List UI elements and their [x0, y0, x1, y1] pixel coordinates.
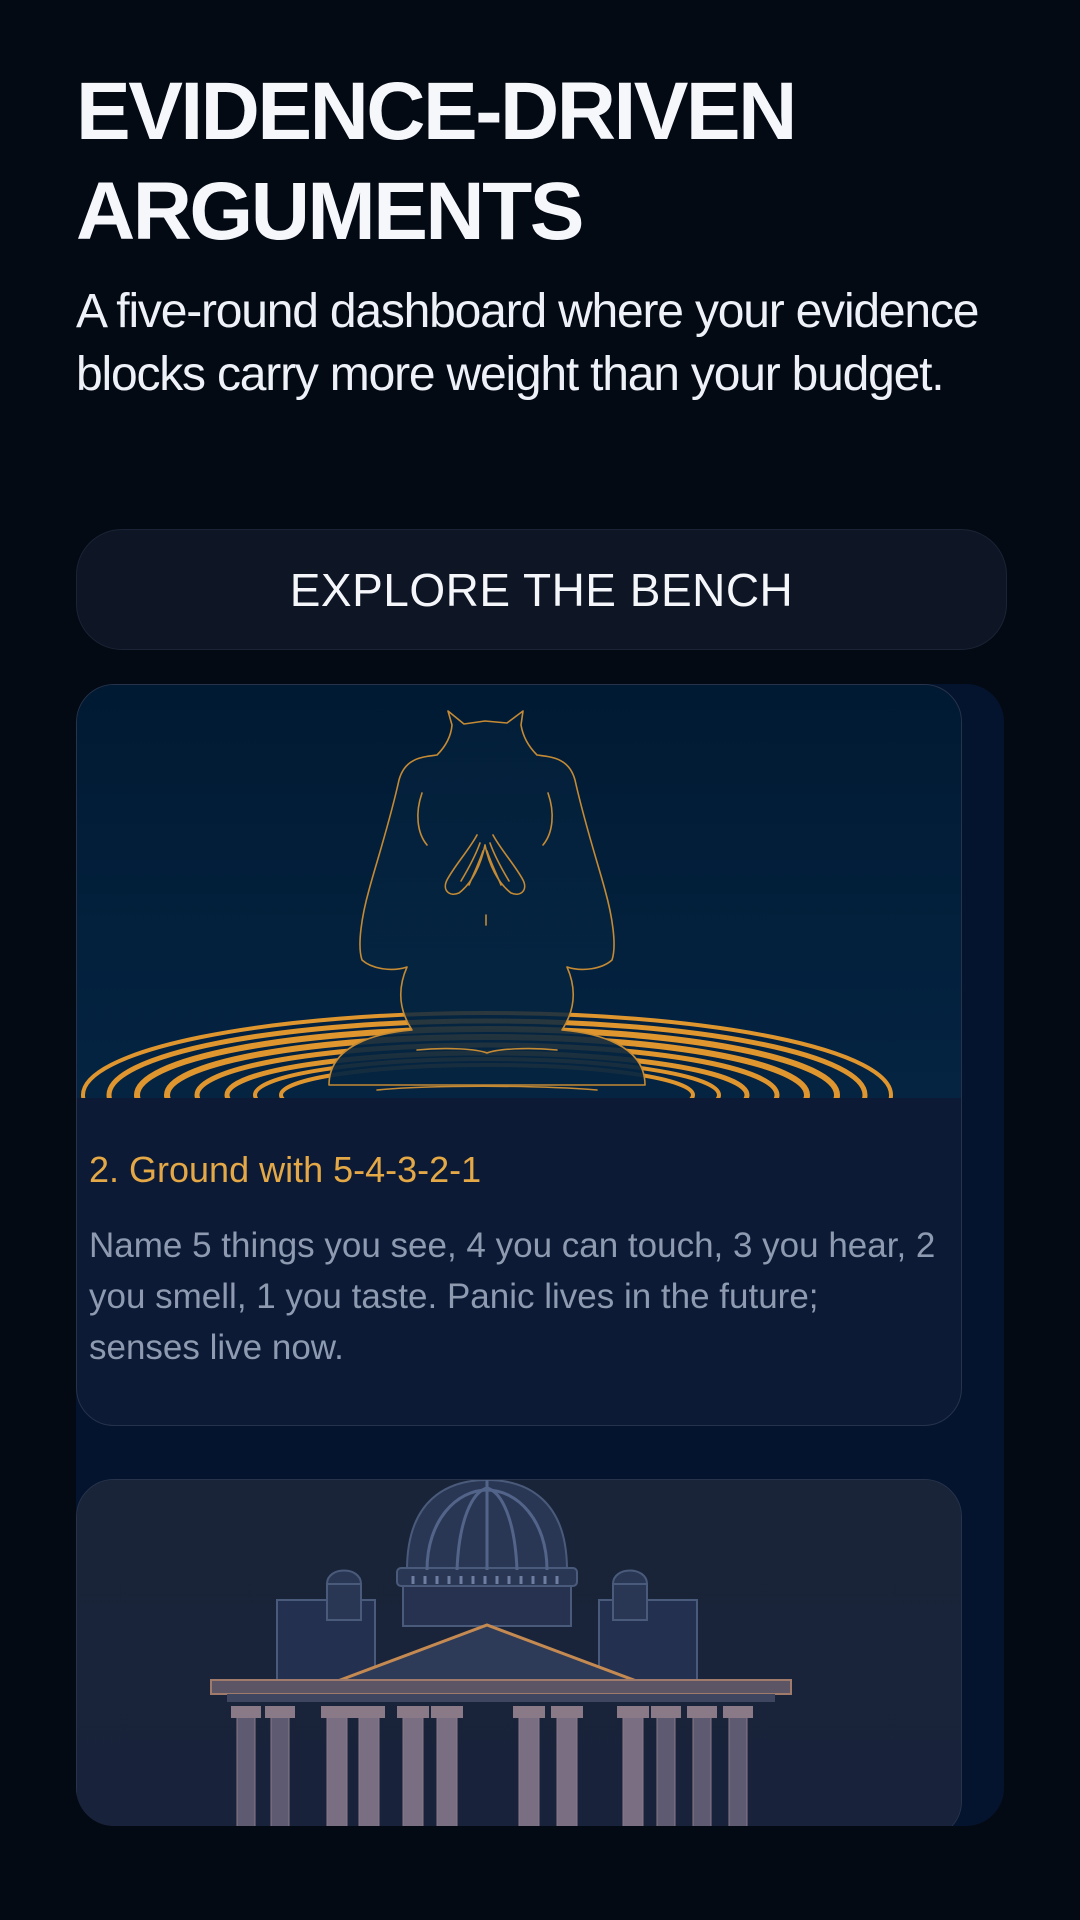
- card-carousel[interactable]: 2. Ground with 5-4-3-2-1 Name 5 things y…: [76, 684, 1004, 1826]
- page-title-line-1: EVIDENCE-DRIVEN: [76, 66, 797, 157]
- courthouse-icon: [210, 1480, 792, 1826]
- card-body: Name 5 things you see, 4 you can touch, …: [89, 1226, 936, 1367]
- courthouse-card[interactable]: [76, 1479, 962, 1826]
- card-illustration: [77, 1480, 961, 1826]
- page: EVIDENCE-DRIVEN ARGUMENTS A five-round d…: [0, 0, 1080, 1920]
- grounding-card[interactable]: 2. Ground with 5-4-3-2-1 Name 5 things y…: [76, 684, 962, 1426]
- card-title: 2. Ground with 5-4-3-2-1: [89, 1149, 482, 1190]
- page-title: EVIDENCE-DRIVEN ARGUMENTS: [76, 62, 976, 262]
- page-title-line-2: ARGUMENTS: [76, 166, 584, 257]
- card-illustration: [77, 685, 961, 1098]
- page-subtitle: A five-round dashboard where your eviden…: [76, 285, 979, 401]
- meditating-figure-icon: [81, 710, 893, 1098]
- explore-bench-button[interactable]: EXPLORE THE BENCH: [76, 529, 1007, 650]
